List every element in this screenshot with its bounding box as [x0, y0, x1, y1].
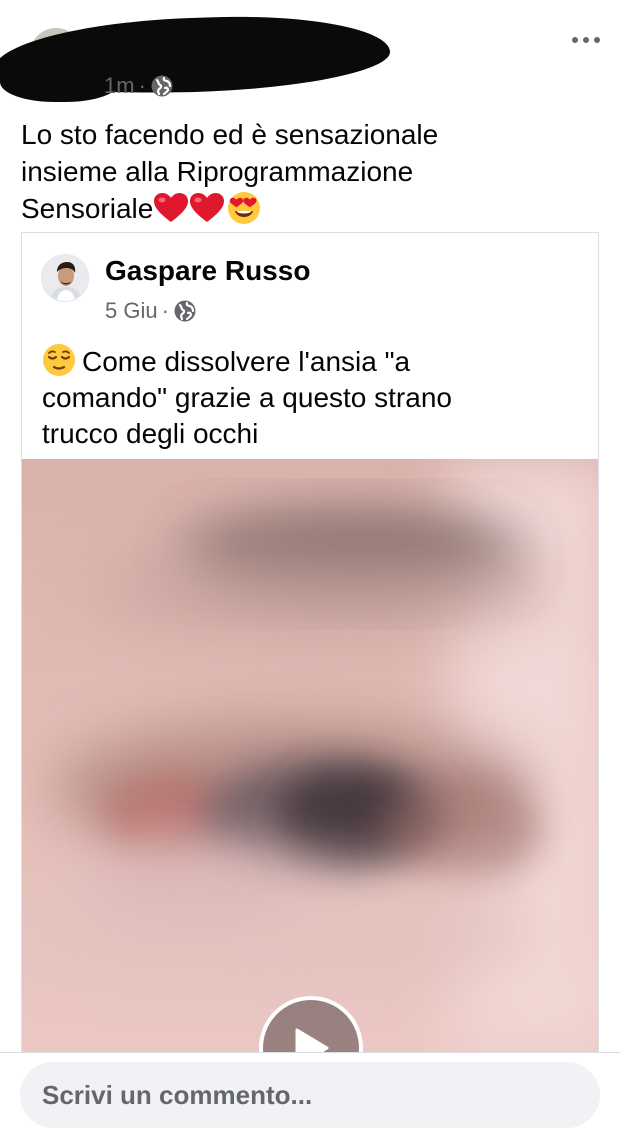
divider — [0, 1052, 620, 1053]
comment-input[interactable] — [20, 1062, 600, 1128]
post-meta: 1m · — [104, 72, 174, 100]
shared-text-line: trucco degli occhi — [42, 418, 259, 449]
more-options-button[interactable] — [562, 26, 610, 54]
heart-eyes-icon — [227, 191, 261, 225]
shared-author-name[interactable]: Gaspare Russo — [105, 255, 310, 287]
shared-text-line-with-emoji: Come dissolvere l'ansia "a — [42, 343, 582, 380]
more-horizontal-icon — [572, 37, 578, 43]
globe-icon — [173, 299, 197, 323]
relieved-face-icon — [42, 343, 76, 377]
emoji-group — [153, 191, 261, 225]
shared-text-line: comando" grazie a questo strano — [42, 382, 452, 413]
post-timestamp[interactable]: 1m — [104, 73, 135, 99]
shared-text-line: Come dissolvere l'ansia "a — [82, 346, 411, 377]
heart-icon — [189, 192, 225, 224]
shared-post-text: Come dissolvere l'ansia "a comando" graz… — [42, 343, 582, 452]
meta-separator: · — [138, 73, 146, 98]
shared-post-date[interactable]: 5 Giu — [105, 298, 158, 324]
blurred-eye-image — [22, 459, 598, 1052]
post-text: Lo sto facendo ed è sensazionale insieme… — [21, 116, 601, 227]
facebook-post-screen: 1m · Lo sto facendo ed è sensazionale in… — [0, 0, 620, 1129]
shared-author-avatar[interactable] — [41, 254, 89, 302]
post-text-line: Lo sto facendo ed è sensazionale — [21, 119, 439, 150]
post-text-line-with-emojis: Sensoriale — [21, 190, 601, 227]
shared-post-card[interactable]: Gaspare Russo 5 Giu · Come dissolvere l'… — [21, 232, 599, 1052]
play-icon — [295, 1028, 329, 1052]
post-text-line: insieme alla Riprogrammazione — [21, 156, 414, 187]
globe-icon — [150, 74, 174, 98]
redaction-scribble-tail — [0, 58, 120, 102]
post-text-line: Sensoriale — [21, 193, 154, 224]
shared-post-meta: 5 Giu · — [105, 297, 197, 325]
post-header: 1m · — [0, 0, 620, 110]
meta-separator: · — [161, 298, 169, 323]
video-thumbnail[interactable] — [22, 459, 598, 1052]
heart-icon — [153, 192, 189, 224]
